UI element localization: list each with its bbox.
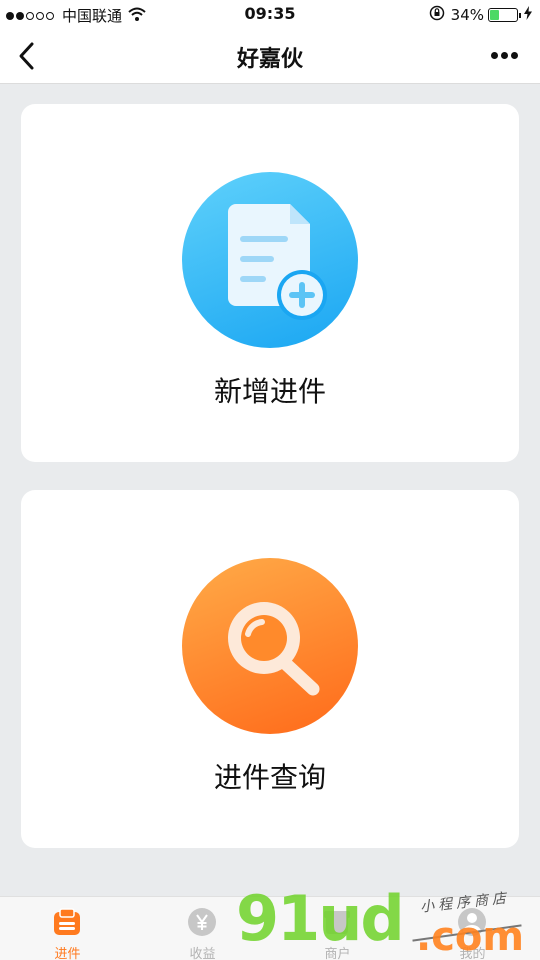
document-add-icon	[182, 172, 358, 348]
charging-bolt-icon	[524, 6, 532, 24]
tab-application[interactable]: 进件	[0, 897, 135, 960]
search-icon	[182, 558, 358, 734]
battery-icon	[488, 8, 521, 22]
battery-percent: 34%	[450, 6, 484, 24]
yen-icon	[187, 907, 217, 937]
store-icon	[322, 907, 352, 937]
rotation-lock-icon	[429, 5, 445, 25]
new-application-label: 新增进件	[213, 375, 326, 408]
tab-mine[interactable]: 我的	[405, 897, 540, 960]
query-application-label: 进件查询	[213, 761, 326, 794]
tab-label: 进件	[54, 947, 81, 960]
status-right: 34%	[429, 5, 532, 25]
page-title: 好嘉伙	[236, 47, 303, 72]
tab-label: 我的	[459, 947, 486, 960]
tab-merchant[interactable]: 商户	[270, 897, 405, 960]
tab-bar: 进件 收益 商户 我的	[0, 896, 540, 960]
tab-earnings[interactable]: 收益	[135, 897, 270, 960]
more-options-button[interactable]	[488, 52, 518, 59]
new-application-card[interactable]: 新增进件	[21, 104, 519, 462]
tab-label: 商户	[324, 947, 351, 960]
status-bar: 中国联通 09:35 34%	[0, 0, 540, 28]
clipboard-icon	[52, 907, 82, 937]
tab-label: 收益	[189, 947, 216, 960]
query-application-card[interactable]: 进件查询	[21, 490, 519, 848]
nav-bar: 好嘉伙	[0, 28, 540, 84]
user-icon	[457, 907, 487, 937]
